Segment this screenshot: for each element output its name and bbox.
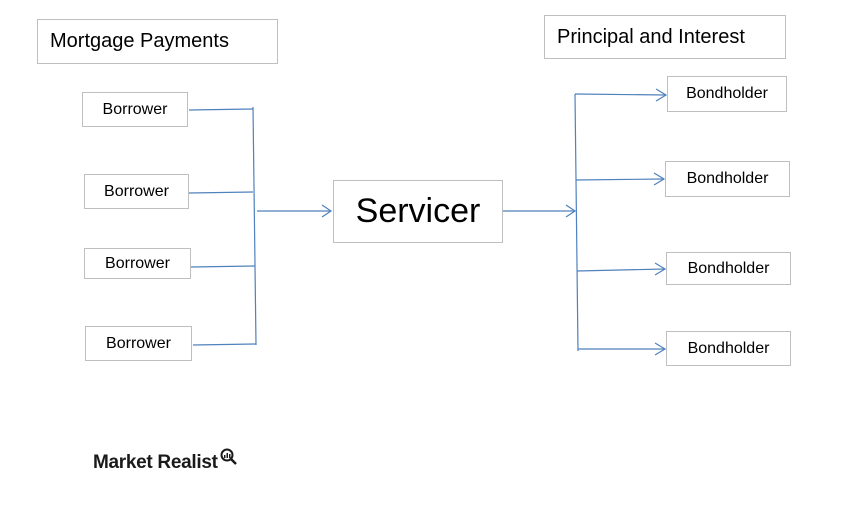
- borrower-connector: [192, 343, 257, 346]
- bondholder-connector: [575, 178, 665, 181]
- magnifier-chart-icon: [220, 448, 237, 465]
- left-bus-line: [252, 106, 257, 346]
- logo-text: Market Realist: [93, 452, 218, 473]
- borrower-connector: [188, 108, 254, 111]
- right-bus-line: [574, 93, 579, 352]
- market-realist-logo: Market Realist: [93, 448, 239, 474]
- borrower-connector: [190, 265, 256, 268]
- bondholder-connector: [576, 268, 666, 272]
- bondholder-connector: [574, 93, 667, 96]
- borrower-connector: [188, 191, 254, 194]
